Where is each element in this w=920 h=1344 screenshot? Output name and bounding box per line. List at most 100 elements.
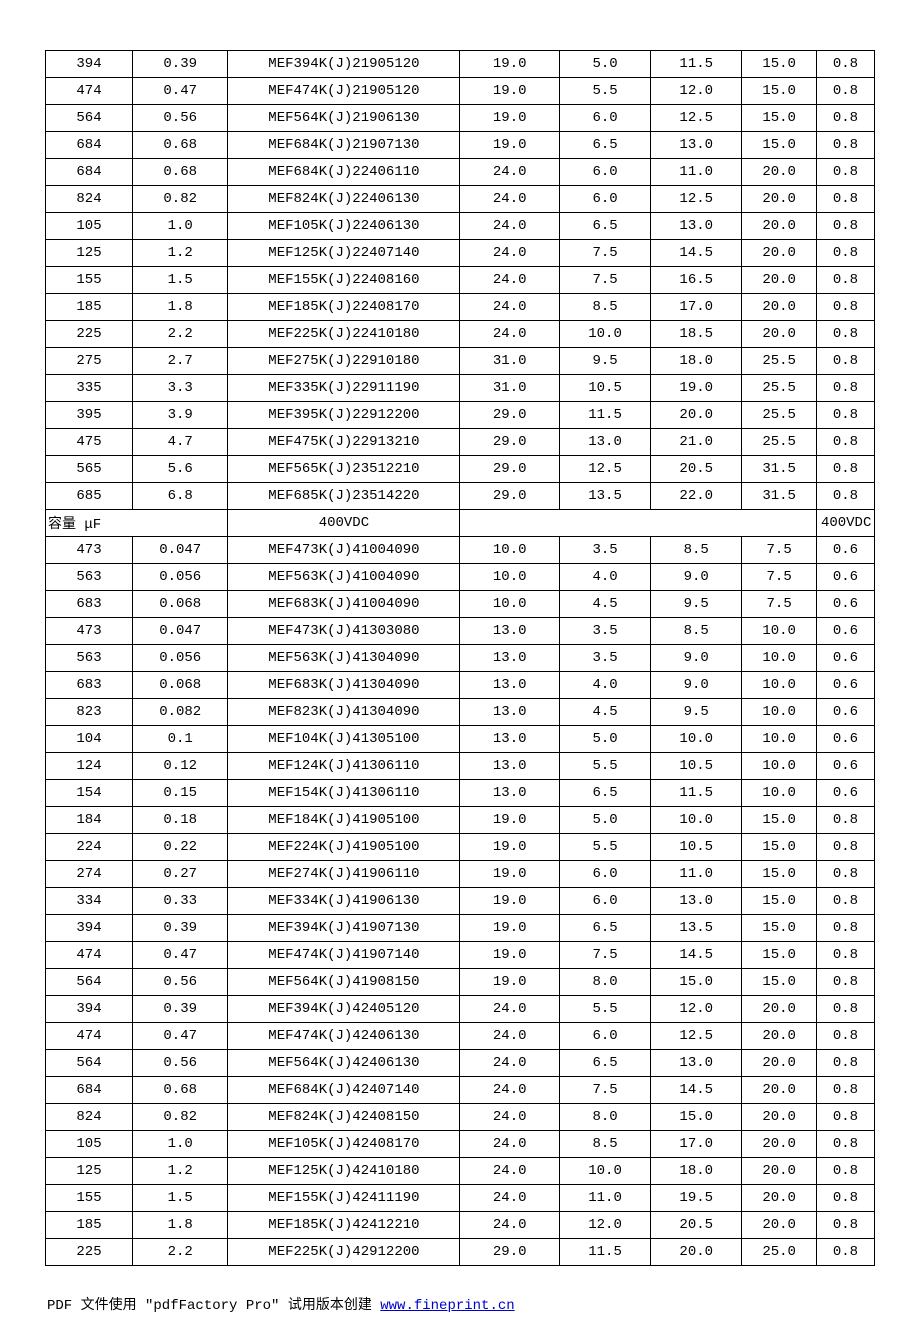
table-cell: 19.5 (651, 1185, 742, 1212)
table-cell: 20.0 (742, 1131, 817, 1158)
table-cell: 10.0 (460, 564, 559, 591)
table-cell: 20.0 (651, 402, 742, 429)
table-cell: 8.5 (651, 537, 742, 564)
table-cell: 155 (46, 1185, 133, 1212)
table-cell: 24.0 (460, 1023, 559, 1050)
table-cell: 20.5 (651, 456, 742, 483)
table-cell: 0.8 (816, 834, 874, 861)
table-row: 6830.068MEF683K(J)4100409010.04.59.57.50… (46, 591, 875, 618)
table-cell: MEF185K(J)22408170 (228, 294, 460, 321)
table-cell: 11.5 (559, 402, 650, 429)
table-cell: 19.0 (460, 807, 559, 834)
table-cell: 2.2 (133, 321, 228, 348)
table-cell: 25.5 (742, 429, 817, 456)
table-cell: 13.0 (651, 132, 742, 159)
table-cell: 8.0 (559, 969, 650, 996)
table-cell: 0.8 (816, 483, 874, 510)
table-cell: 683 (46, 672, 133, 699)
table-cell: 0.8 (816, 402, 874, 429)
table-cell: 473 (46, 537, 133, 564)
table-cell: 24.0 (460, 1131, 559, 1158)
table-cell: 185 (46, 294, 133, 321)
table-cell: 0.68 (133, 1077, 228, 1104)
table-cell: 29.0 (460, 483, 559, 510)
table-cell: 474 (46, 78, 133, 105)
table-cell: 0.068 (133, 591, 228, 618)
table-cell: 3.3 (133, 375, 228, 402)
table-cell: 13.0 (460, 672, 559, 699)
table-row: 2252.2MEF225K(J)4291220029.011.520.025.0… (46, 1239, 875, 1266)
table-cell: 20.0 (651, 1239, 742, 1266)
table-cell: 10.0 (460, 537, 559, 564)
table-cell: MEF155K(J)42411190 (228, 1185, 460, 1212)
table-cell: 31.0 (460, 348, 559, 375)
table-cell: MEF155K(J)22408160 (228, 267, 460, 294)
table-cell: 4.5 (559, 699, 650, 726)
table-cell: 24.0 (460, 186, 559, 213)
table-cell: 5.6 (133, 456, 228, 483)
table-cell: 6.5 (559, 213, 650, 240)
footer-link[interactable]: www.fineprint.cn (380, 1298, 514, 1314)
table-cell: 0.6 (816, 564, 874, 591)
table-cell: 0.056 (133, 564, 228, 591)
table-cell: 0.8 (816, 348, 874, 375)
table-row: 4740.47MEF474K(J)4190714019.07.514.515.0… (46, 942, 875, 969)
table-cell: MEF684K(J)42407140 (228, 1077, 460, 1104)
table-cell: 0.1 (133, 726, 228, 753)
table-cell: 184 (46, 807, 133, 834)
table-cell: 25.0 (742, 1239, 817, 1266)
table-cell: 6.0 (559, 186, 650, 213)
table-cell: MEF563K(J)41304090 (228, 645, 460, 672)
table-cell: 0.8 (816, 240, 874, 267)
table-cell: 20.0 (742, 213, 817, 240)
table-cell: 20.0 (742, 159, 817, 186)
table-cell: 125 (46, 240, 133, 267)
table-cell: 0.8 (816, 861, 874, 888)
section-header-center: 400VDC (228, 510, 460, 537)
table-cell: 684 (46, 132, 133, 159)
table-cell: 0.27 (133, 861, 228, 888)
table-cell: 13.0 (460, 753, 559, 780)
table-row: 1540.15MEF154K(J)4130611013.06.511.510.0… (46, 780, 875, 807)
table-cell: 0.39 (133, 915, 228, 942)
table-cell: 1.2 (133, 1158, 228, 1185)
table-cell: MEF684K(J)21907130 (228, 132, 460, 159)
table-cell: 0.8 (816, 1212, 874, 1239)
table-cell: 15.0 (651, 969, 742, 996)
table-cell: MEF334K(J)41906130 (228, 888, 460, 915)
table-cell: 7.5 (559, 1077, 650, 1104)
table-row: 5630.056MEF563K(J)4100409010.04.09.07.50… (46, 564, 875, 591)
table-cell: 14.5 (651, 942, 742, 969)
table-cell: 473 (46, 618, 133, 645)
table-cell: 22.0 (651, 483, 742, 510)
table-cell: 0.8 (816, 1158, 874, 1185)
table-cell: MEF225K(J)42912200 (228, 1239, 460, 1266)
table-cell: 0.56 (133, 969, 228, 996)
table-cell: MEF823K(J)41304090 (228, 699, 460, 726)
table-cell: 12.5 (651, 186, 742, 213)
table-cell: 395 (46, 402, 133, 429)
table-cell: 0.8 (816, 456, 874, 483)
table-cell: MEF824K(J)42408150 (228, 1104, 460, 1131)
table-row: 6830.068MEF683K(J)4130409013.04.09.010.0… (46, 672, 875, 699)
table-cell: MEF125K(J)22407140 (228, 240, 460, 267)
table-cell: 0.8 (816, 213, 874, 240)
table-cell: 3.5 (559, 645, 650, 672)
table-cell: 823 (46, 699, 133, 726)
table-cell: 19.0 (460, 942, 559, 969)
table-cell: 0.39 (133, 51, 228, 78)
table-cell: 12.0 (651, 78, 742, 105)
table-cell: 10.0 (742, 618, 817, 645)
table-cell: 6.8 (133, 483, 228, 510)
table-cell: 9.5 (559, 348, 650, 375)
table-cell: 20.0 (742, 1185, 817, 1212)
table-cell: 15.0 (742, 834, 817, 861)
table-cell: 4.7 (133, 429, 228, 456)
table-cell: 13.0 (460, 645, 559, 672)
table-cell: MEF105K(J)42408170 (228, 1131, 460, 1158)
table-cell: 13.0 (460, 699, 559, 726)
table-cell: 1.8 (133, 1212, 228, 1239)
table-cell: 6.5 (559, 1050, 650, 1077)
table-cell: 1.0 (133, 213, 228, 240)
table-cell: 824 (46, 186, 133, 213)
